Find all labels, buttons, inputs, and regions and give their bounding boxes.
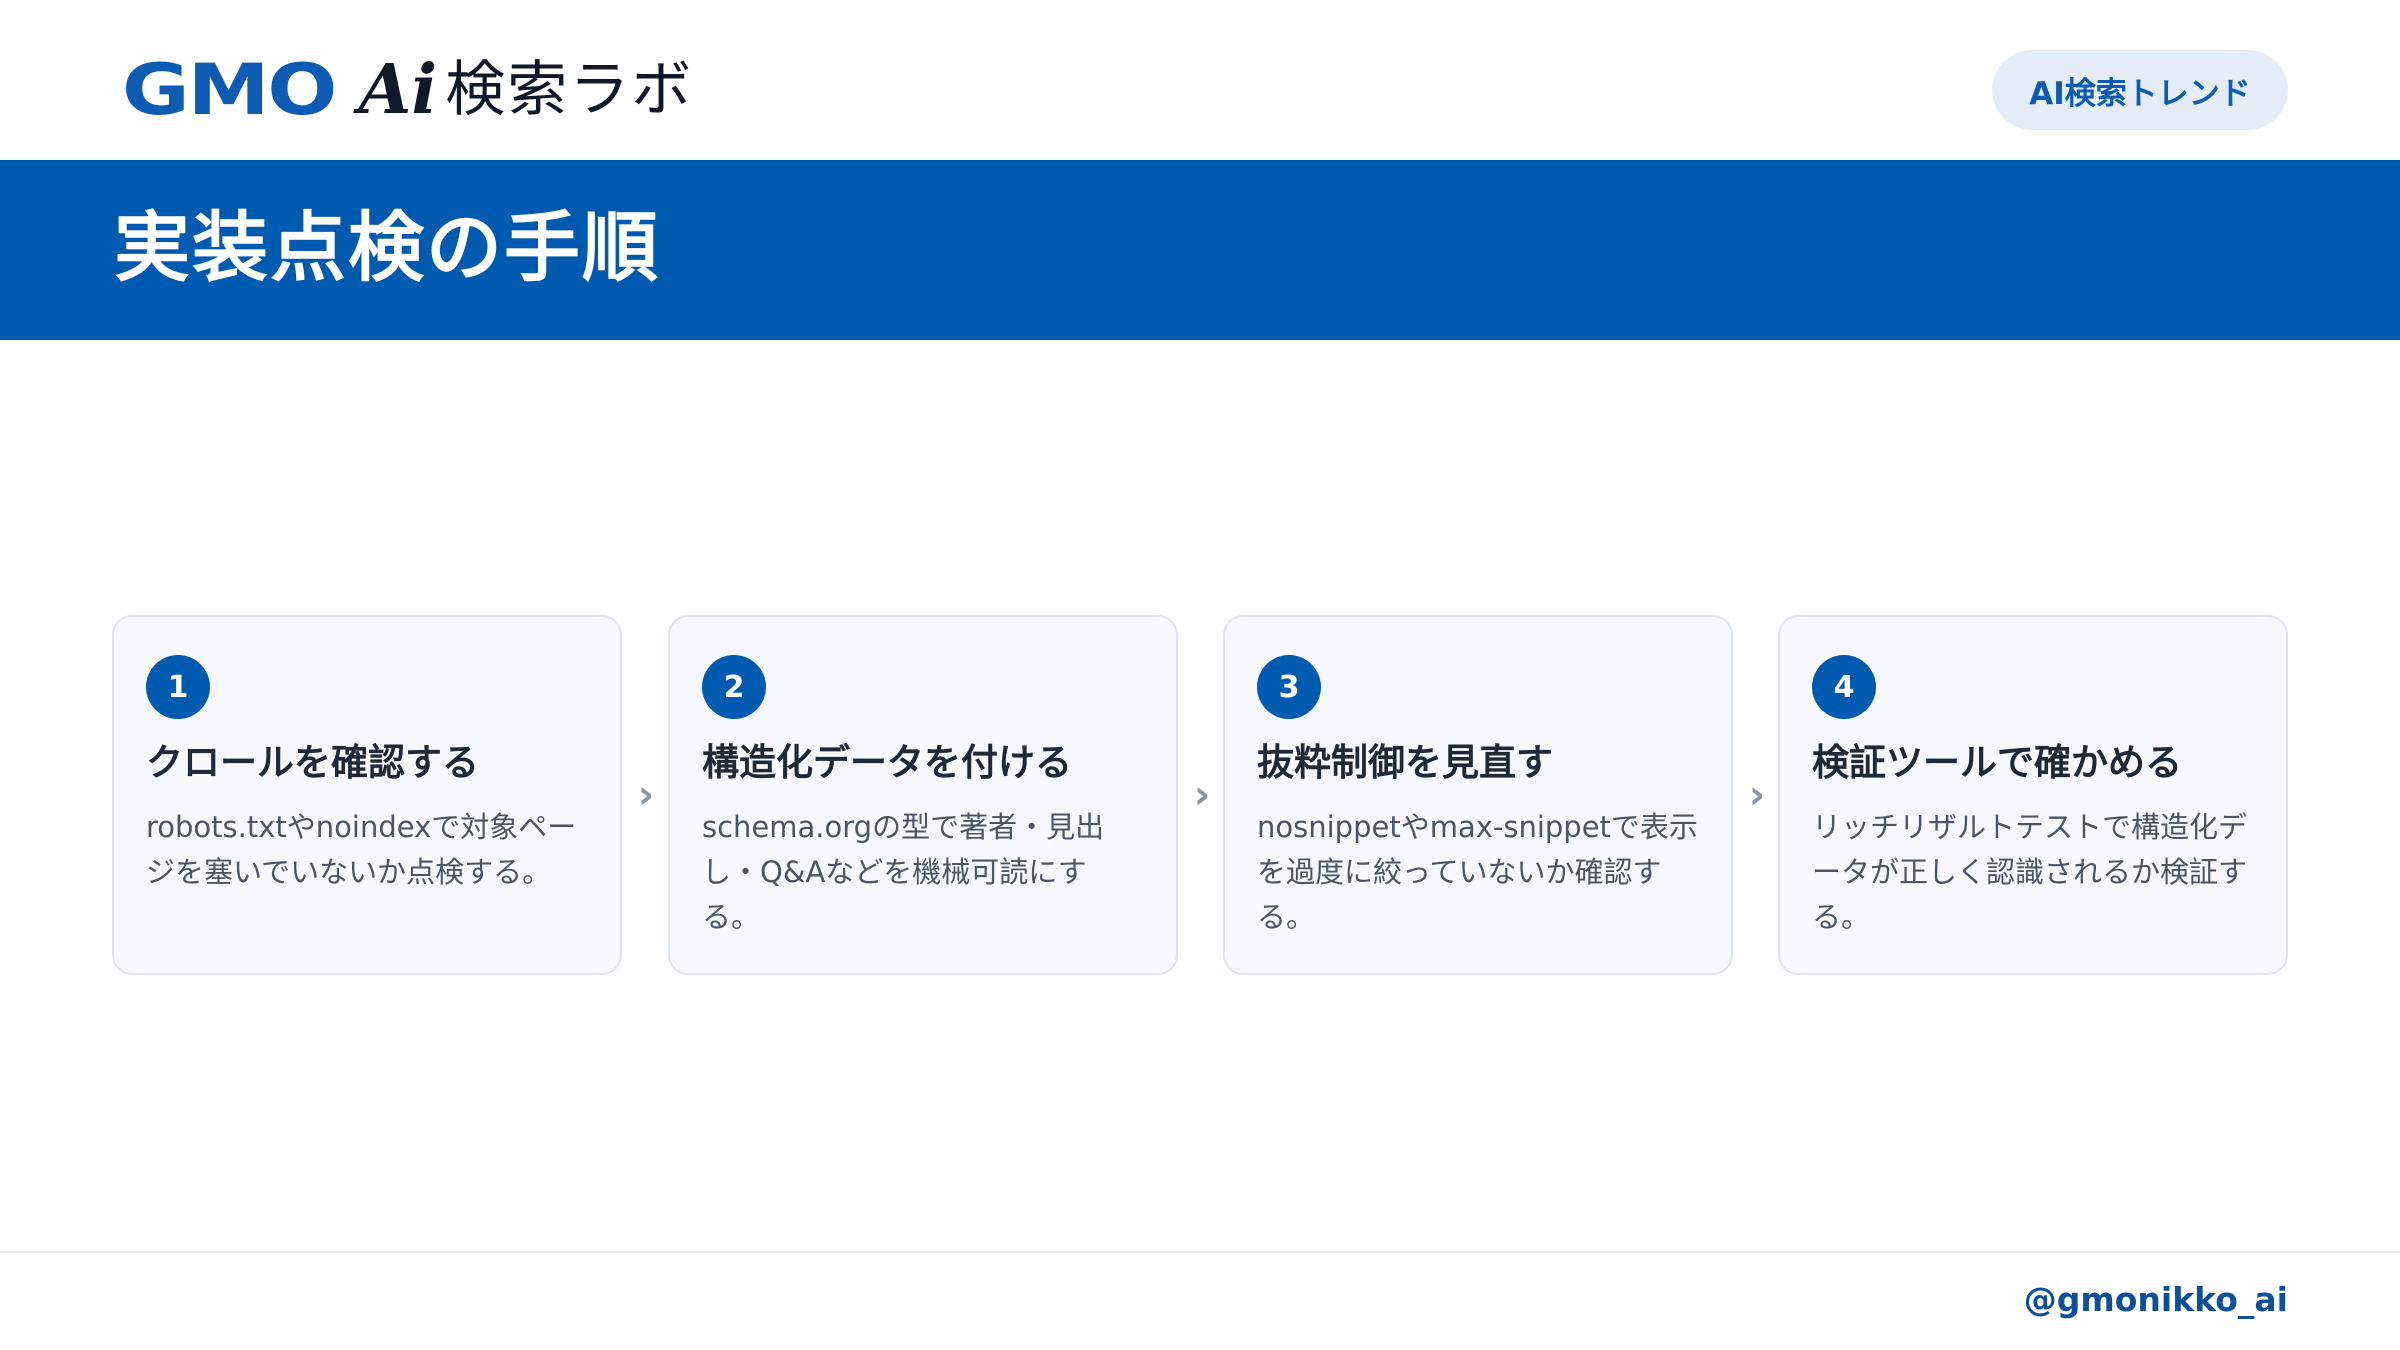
ai-search-trend-button[interactable]: AI検索トレンド [1992,50,2288,130]
header: GMO Ai 検索ラボ AI検索トレンド [0,0,2400,160]
slide-page: GMO Ai 検索ラボ AI検索トレンド 実装点検の手順 1 クロールを確認する… [0,0,2400,1350]
title-band: 実装点検の手順 [0,160,2400,340]
step-number-badge: 1 [146,655,210,719]
step-card-1: 1 クロールを確認する robots.txtやnoindexで対象ページを塞いで… [112,615,622,975]
step-card-4: 4 検証ツールで確かめる リッチリザルトテストで構造化データが正しく認識されるか… [1778,615,2288,975]
step-description: schema.orgの型で著者・見出し・Q&Aなどを機械可読にする。 [702,810,1105,935]
step-card-2: 2 構造化データを付ける schema.orgの型で著者・見出し・Q&Aなどを機… [668,615,1178,975]
chevron-right-icon: › [1748,772,1766,818]
step-title: 検証ツールで確かめる [1812,741,2182,784]
step-number-badge: 4 [1812,655,1876,719]
logo-gmo-text: GMO [122,49,337,131]
social-handle-link[interactable]: @gmonikko_ai [2024,1280,2288,1320]
step-number-badge: 3 [1257,655,1321,719]
footer-divider [0,1251,2400,1253]
step-title: クロールを確認する [146,741,479,784]
step-title: 抜粋制御を見直す [1257,741,1553,784]
gmo-ai-lab-logo[interactable]: GMO Ai 検索ラボ [122,54,693,126]
page-title: 実装点検の手順 [114,203,660,292]
chevron-right-icon: › [637,772,655,818]
logo-lab-text: 検索ラボ [445,55,694,125]
step-description: リッチリザルトテストで構造化データが正しく認識されるか検証する。 [1812,810,2248,935]
step-title: 構造化データを付ける [702,741,1072,784]
steps-row: 1 クロールを確認する robots.txtやnoindexで対象ページを塞いで… [112,615,2288,975]
chevron-right-icon: › [1193,772,1211,818]
logo-ai-text: Ai [358,50,438,130]
step-card-3: 3 抜粋制御を見直す nosnippetやmax-snippetで表示を過度に絞… [1223,615,1733,975]
step-description: robots.txtやnoindexで対象ページを塞いでいないか点検する。 [146,810,577,890]
step-number-badge: 2 [702,655,766,719]
step-description: nosnippetやmax-snippetで表示を過度に絞っていないか確認する。 [1257,810,1698,935]
